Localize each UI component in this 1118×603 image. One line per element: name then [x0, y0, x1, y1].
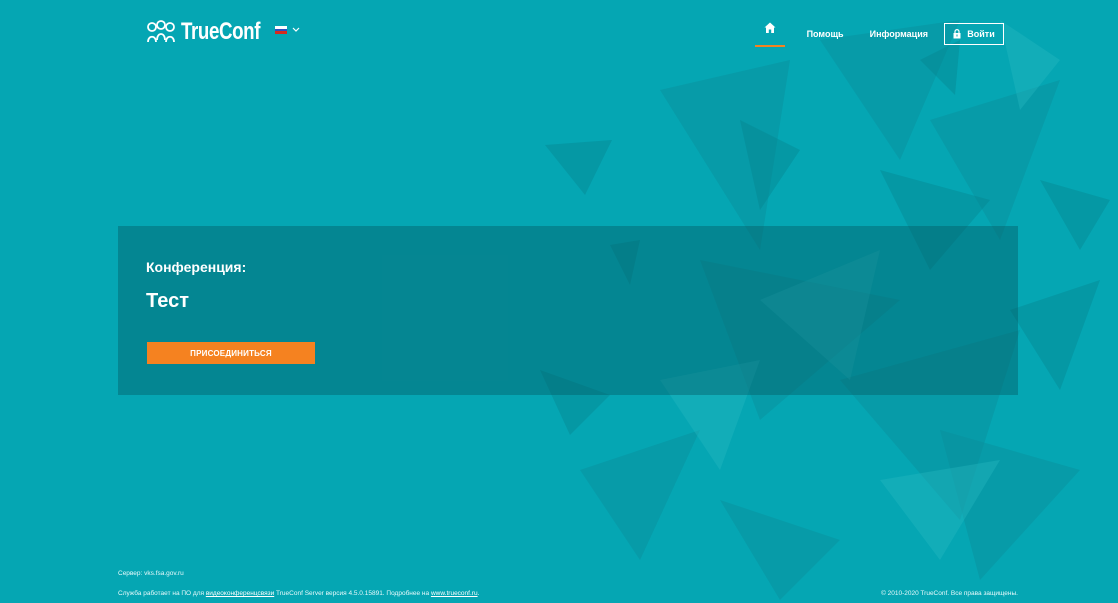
home-icon — [764, 22, 776, 33]
chevron-down-icon — [292, 27, 300, 32]
service-suffix: . — [477, 590, 480, 597]
lock-icon — [953, 29, 961, 39]
join-button[interactable]: ПРИСОЕДИНИТЬСЯ — [147, 342, 315, 364]
trueconf-logo[interactable]: TrueConf — [145, 18, 282, 46]
trueconf-site-link[interactable]: www.trueconf.ru — [431, 590, 478, 597]
nav-info[interactable]: Информация — [870, 22, 928, 46]
service-middle: TrueConf Server версия 4.5.0.15891. Подр… — [274, 590, 431, 597]
active-indicator — [754, 45, 785, 47]
language-selector[interactable] — [275, 26, 301, 35]
conference-panel: Конференция: Тест ПРИСОЕДИНИТЬСЯ — [118, 226, 1018, 395]
conference-label: Конференция: — [146, 259, 247, 275]
ru-flag-icon — [275, 26, 287, 35]
server-info: Сервер: vks.fsa.gov.ru — [118, 570, 184, 577]
main-nav: Помощь Информация Войти — [754, 22, 1004, 47]
videoconferencing-link[interactable]: видеоконференцсвязи — [206, 590, 274, 597]
copyright: © 2010-2020 TrueConf. Все права защищены… — [881, 590, 1018, 597]
logo-text: TrueConf — [181, 18, 261, 45]
nav-home[interactable] — [754, 22, 785, 47]
top-header: TrueConf Помощь Информация Войти — [0, 0, 1118, 70]
login-button[interactable]: Войти — [944, 23, 1004, 45]
service-info: Служба работает на ПО для видеоконференц… — [118, 590, 479, 597]
logo-people-icon — [147, 20, 175, 43]
service-prefix: Служба работает на ПО для — [118, 590, 206, 597]
nav-help[interactable]: Помощь — [807, 22, 844, 46]
login-label: Войти — [967, 29, 995, 39]
conference-name: Тест — [146, 290, 189, 312]
